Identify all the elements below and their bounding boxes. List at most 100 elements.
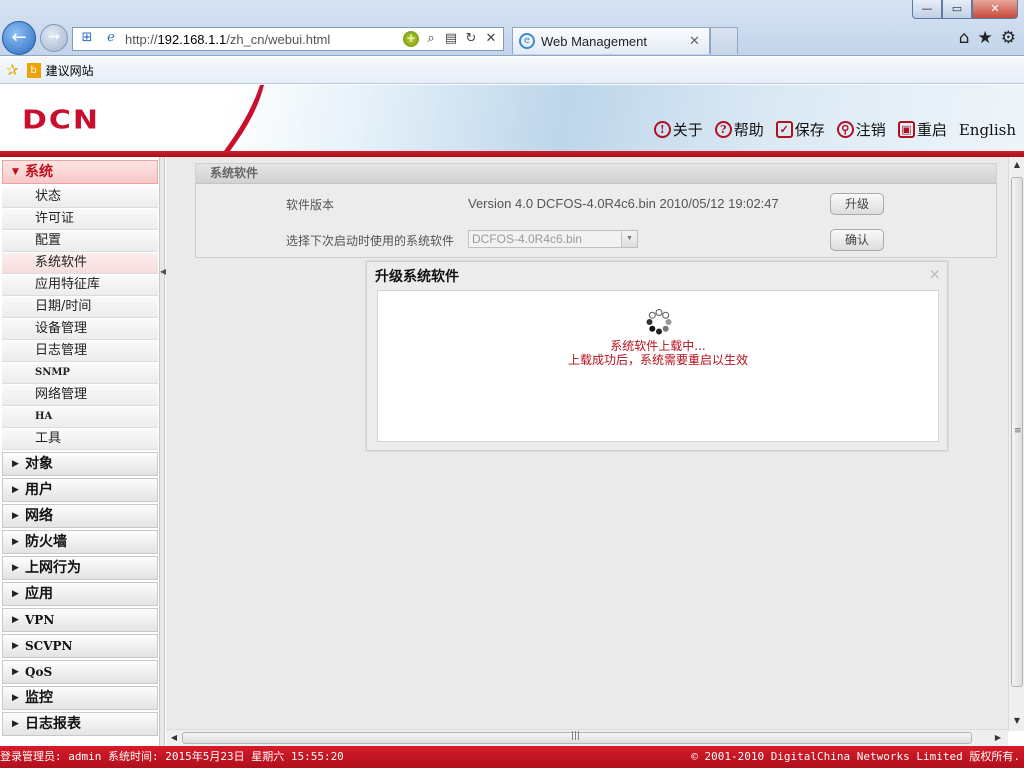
- url-field[interactable]: http://192.168.1.1/zh_cn/webui.html: [121, 32, 403, 47]
- menu-group-log-report[interactable]: ▶ 日志报表: [2, 712, 158, 736]
- about-link[interactable]: ! 关于: [653, 119, 703, 140]
- version-value: Version 4.0 DCFOS-4.0R4c6.bin 2010/05/12…: [468, 196, 779, 211]
- grip-icon: ≡: [1014, 426, 1022, 436]
- menu-group-qos[interactable]: ▶ QoS: [2, 660, 158, 684]
- url-host: 192.168.1.1: [157, 31, 227, 47]
- browser-titlebar: — ▭ ✕ ← → ⊞ ℯ http://192.168.1.1/zh_cn/w…: [0, 0, 1024, 56]
- search-icon[interactable]: ⌕: [423, 31, 439, 47]
- sidebar-item-tools[interactable]: 工具: [2, 429, 158, 450]
- grip-icon: |||: [571, 731, 581, 741]
- menu-group-label: 防火墙: [25, 534, 67, 550]
- version-label: 软件版本: [286, 198, 335, 212]
- refresh-icon[interactable]: ↻: [463, 31, 479, 47]
- caret-right-icon: ▶: [12, 589, 19, 599]
- reboot-label: 重启: [916, 121, 947, 139]
- save-link[interactable]: ✓ 保存: [775, 119, 825, 140]
- stop-icon[interactable]: ✕: [483, 31, 499, 47]
- status-bar: 登录管理员: admin 系统时间: 2015年5月23日 星期六 15:55:…: [0, 746, 1024, 768]
- favorites-star-icon[interactable]: ★: [978, 28, 993, 48]
- header-links: ! 关于 ? 帮助 ✓ 保存 ⚲ 注销 ▣ 重启 English: [653, 119, 1016, 140]
- browser-tab[interactable]: e Web Management ✕: [512, 27, 710, 54]
- caret-right-icon: ▶: [12, 459, 19, 469]
- menu-group-network[interactable]: ▶ 网络: [2, 504, 158, 528]
- help-icon: ?: [714, 121, 732, 138]
- upgrade-button[interactable]: 升级: [830, 193, 884, 215]
- scroll-right-icon[interactable]: ▶: [990, 730, 1006, 746]
- sidebar-item-snmp[interactable]: SNMP: [2, 363, 158, 384]
- sidebar-item-license[interactable]: 许可证: [2, 209, 158, 230]
- caret-right-icon: ▶: [12, 693, 19, 703]
- back-button[interactable]: ←: [2, 21, 36, 55]
- forward-button[interactable]: →: [40, 24, 68, 52]
- sidebar-item-system-software[interactable]: 系统软件: [2, 253, 158, 274]
- logout-label: 注销: [855, 121, 886, 139]
- ie-tab-icon: e: [519, 33, 535, 49]
- compatibility-icon[interactable]: +: [403, 31, 419, 47]
- vertical-scrollbar[interactable]: ▲ ≡ ▼: [1008, 157, 1024, 731]
- page-icon[interactable]: ▤: [443, 31, 459, 47]
- sidebar-item-log-management[interactable]: 日志管理: [2, 341, 158, 362]
- confirm-button[interactable]: 确认: [830, 229, 884, 251]
- vertical-scroll-thumb[interactable]: ≡: [1011, 177, 1023, 687]
- menu-group-firewall[interactable]: ▶ 防火墙: [2, 530, 158, 554]
- save-label: 保存: [794, 121, 825, 139]
- horizontal-scrollbar[interactable]: ◀ ||| ▶: [166, 729, 1008, 746]
- close-tab-icon[interactable]: ✕: [689, 34, 703, 49]
- caret-right-icon: ▶: [12, 485, 19, 495]
- favorites-icon[interactable]: ✰: [6, 61, 19, 79]
- sidebar-item-app-signature[interactable]: 应用特征库: [2, 275, 158, 296]
- menu-group-monitor[interactable]: ▶ 监控: [2, 686, 158, 710]
- scroll-down-icon[interactable]: ▼: [1009, 713, 1024, 729]
- sidebar-item-status[interactable]: 状态: [2, 187, 158, 208]
- menu-group-users[interactable]: ▶ 用户: [2, 478, 158, 502]
- menu-group-label: 系统: [25, 164, 53, 180]
- menu-group-internet-behavior[interactable]: ▶ 上网行为: [2, 556, 158, 580]
- copyright: © 2001-2010 DigitalChina Networks Limite…: [691, 750, 1020, 763]
- menu-group-application[interactable]: ▶ 应用: [2, 582, 158, 606]
- system-software-panel: 系统软件 软件版本 Version 4.0 DCFOS-4.0R4c6.bin …: [195, 163, 997, 258]
- suggested-sites-link[interactable]: 建议网站: [46, 62, 94, 79]
- horizontal-scroll-thumb[interactable]: |||: [182, 731, 972, 744]
- menu-group-label: 应用: [25, 586, 53, 602]
- sidebar-item-network-management[interactable]: 网络管理: [2, 385, 158, 406]
- menu-group-objects[interactable]: ▶ 对象: [2, 452, 158, 476]
- url-scheme: http://: [125, 31, 158, 47]
- gear-icon[interactable]: ⚙: [1001, 28, 1016, 48]
- new-tab-button[interactable]: [710, 27, 738, 54]
- logout-link[interactable]: ⚲ 注销: [836, 119, 886, 140]
- sidebar-item-config[interactable]: 配置: [2, 231, 158, 252]
- add-favorite-icon[interactable]: ⊞: [77, 29, 97, 49]
- sidebar-item-device-management[interactable]: 设备管理: [2, 319, 158, 340]
- next-boot-label: 选择下次启动时使用的系统软件: [286, 234, 455, 248]
- sidebar-item-ha[interactable]: HA: [2, 407, 158, 428]
- close-window-button[interactable]: ✕: [972, 0, 1018, 19]
- logo-swoosh: [224, 85, 264, 151]
- dialog-close-icon[interactable]: ×: [928, 265, 941, 283]
- help-link[interactable]: ? 帮助: [714, 119, 764, 140]
- caret-right-icon: ▶: [12, 641, 19, 651]
- menu-group-label: 日志报表: [25, 716, 81, 732]
- menu-group-vpn[interactable]: ▶ VPN: [2, 608, 158, 632]
- sidebar-item-date-time[interactable]: 日期/时间: [2, 297, 158, 318]
- next-boot-row: 选择下次启动时使用的系统软件 DCFOS-4.0R4c6.bin ▼ 确认: [196, 229, 996, 253]
- chevron-down-icon[interactable]: ▼: [621, 231, 637, 247]
- info-icon: !: [653, 121, 671, 138]
- login-status: 登录管理员: admin 系统时间: 2015年5月23日 星期六 15:55:…: [0, 750, 344, 763]
- menu-group-label: 用户: [25, 482, 53, 498]
- sidebar-splitter[interactable]: ◀: [160, 157, 166, 746]
- scroll-left-icon[interactable]: ◀: [166, 730, 182, 746]
- reboot-link[interactable]: ▣ 重启: [897, 119, 947, 140]
- menu-group-system[interactable]: ▼ 系统: [2, 160, 158, 184]
- maximize-button[interactable]: ▭: [942, 0, 972, 19]
- home-icon[interactable]: ⌂: [959, 28, 970, 48]
- menu-group-label: 对象: [25, 456, 53, 472]
- caret-right-icon: ▶: [12, 563, 19, 573]
- menu-group-scvpn[interactable]: ▶ SCVPN: [2, 634, 158, 658]
- menu-group-label: 上网行为: [25, 560, 81, 576]
- language-link[interactable]: English: [959, 119, 1016, 140]
- version-row: 软件版本 Version 4.0 DCFOS-4.0R4c6.bin 2010/…: [196, 193, 996, 217]
- next-boot-select[interactable]: DCFOS-4.0R4c6.bin ▼: [468, 230, 638, 248]
- scroll-up-icon[interactable]: ▲: [1009, 157, 1024, 173]
- minimize-button[interactable]: —: [912, 0, 942, 19]
- address-bar[interactable]: ⊞ ℯ http://192.168.1.1/zh_cn/webui.html …: [72, 27, 504, 51]
